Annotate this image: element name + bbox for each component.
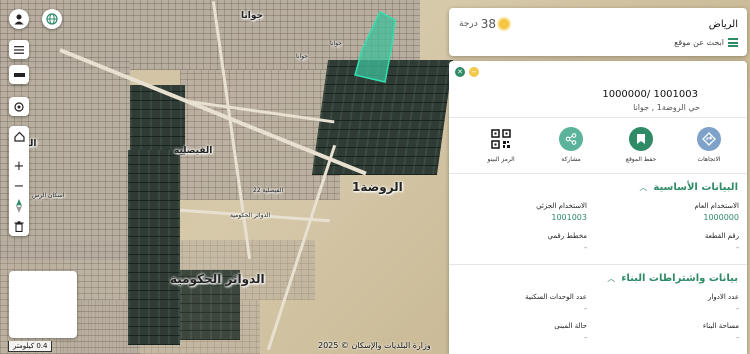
farm-area [128,150,180,345]
parcel-number-label: رقم القطعة [704,232,739,240]
parcel-number-value: - [736,243,739,252]
detailed-use-label: الاستخدام الجزئي [536,202,587,210]
search-location-link[interactable]: ابحث عن موقع [674,38,738,47]
action-bar: الاتجاهات حفظ الموقع مشاركة الرمز البينو [449,123,747,171]
housing-units-field: عدد الوحدات السكنية - [457,293,587,313]
building-data-title: بيانات واشتراطات البناء [621,273,738,284]
basic-data-title: البيانات الأساسية [653,182,738,193]
qr-code-label: الرمز البينو [487,156,515,163]
zoom-in-button[interactable]: + [9,156,29,176]
search-location-label: ابحث عن موقع [674,38,724,47]
zoom-controls: + − [9,126,29,236]
layers-list-button[interactable] [9,40,29,59]
temperature-unit: درجة [459,19,478,29]
housing-units-label: عدد الوحدات السكنية [525,293,587,301]
digital-plan-field: مخطط رقمي - [457,232,588,252]
directions-icon [697,127,721,151]
selected-parcel[interactable] [350,10,400,85]
layers-icon [13,72,25,77]
digital-plan-value: - [584,243,587,252]
building-condition-field: حالة المبنى - [457,322,587,342]
building-data-section-header[interactable]: بيانات واشتراطات البناء ︿ [607,273,738,284]
home-button[interactable] [9,126,29,146]
globe-icon [46,13,58,25]
city-name: الرياض [708,19,738,30]
building-condition-value: - [584,333,587,342]
save-location-label: حفظ الموقع [625,156,657,163]
language-button[interactable] [42,9,62,29]
chevron-up-icon: ︿ [607,274,616,283]
home-icon [13,131,25,142]
detailed-use-field: الاستخدام الجزئي 1001003 [457,202,587,222]
floors-value: - [736,304,739,313]
parcel-number-field: رقم القطعة - [609,232,739,252]
minimize-icon[interactable]: − [469,67,479,77]
directions-button[interactable]: الاتجاهات [679,127,739,163]
location-header: الرياض 38 درجة ابحث عن موقع [449,8,747,56]
share-icon [559,127,583,151]
building-area-value: - [736,333,739,342]
basemap-button[interactable] [9,65,29,84]
divider [449,264,747,265]
crosshair-icon [14,101,24,112]
profile-button[interactable] [9,9,29,29]
map-label-dawair: الدوائر الحكومية [170,272,265,286]
zoom-out-button[interactable]: − [9,176,29,196]
overview-minimap[interactable] [9,271,77,338]
scale-bar: 0.4 كيلومتر [8,341,53,352]
parcel-info-panel: ✕ − 1001003 /1000000 حي الروضة1 , جوانا … [449,61,747,354]
chevron-up-icon: ︿ [639,183,648,192]
person-icon [14,14,24,25]
map-label-jawana-mid: جوانا [296,53,308,60]
temperature-value: 38 [480,17,497,31]
share-button[interactable]: مشاركة [541,127,601,163]
floors-label: عدد الادوار [708,293,739,301]
map-label-street-a: الدوائر الحكومية [230,212,271,219]
detailed-use-value: 1001003 [551,213,587,222]
trash-icon [14,220,24,232]
compass-icon [16,199,22,213]
map-label-jawana-top: جوانا [241,11,263,21]
bookmark-icon [629,127,653,151]
basic-data-section-header[interactable]: البيانات الأساسية ︿ [639,182,738,193]
divider [449,173,747,174]
share-label: مشاركة [561,156,581,163]
digital-plan-label: مخطط رقمي [547,232,588,240]
general-use-field: الاستخدام العام 1000000 [609,202,739,222]
sun-icon [499,19,510,29]
floors-field: عدد الادوار - [609,293,739,313]
map-label-jawana-side: جوانا [330,40,342,47]
general-use-label: الاستخدام العام [694,202,739,210]
list-icon [14,45,24,54]
delete-button[interactable] [9,216,29,236]
close-icon[interactable]: ✕ [455,67,465,77]
qr-code-button[interactable]: الرمز البينو [471,127,531,163]
map-label-iskan: اسكان الرس [32,192,65,199]
parcel-id: 1001003 /1000000 [602,89,698,100]
building-condition-label: حالة المبنى [554,322,587,330]
divider [449,117,747,118]
north-button[interactable] [9,196,29,216]
map-label-faisaliya: الفيصلية [174,146,213,156]
save-location-button[interactable]: حفظ الموقع [611,127,671,163]
urban-area [180,70,340,200]
map-label-rawda1: الروضة1 [352,180,403,194]
map-label-street-b: الفيصلية 22 [253,187,284,194]
building-area-label: مساحة البناء [702,322,739,330]
building-area-field: مساحة البناء - [609,322,739,342]
map-attribution: وزارة البلديات والإسكان © 2025 [318,341,431,350]
directions-label: الاتجاهات [697,156,721,163]
housing-units-value: - [584,304,587,313]
general-use-value: 1000000 [703,213,739,222]
qr-icon [489,127,513,151]
weather-widget: 38 درجة [459,17,510,31]
menu-icon [728,38,738,47]
parcel-location: حي الروضة1 , جوانا [633,103,700,112]
locate-button[interactable] [9,97,29,116]
